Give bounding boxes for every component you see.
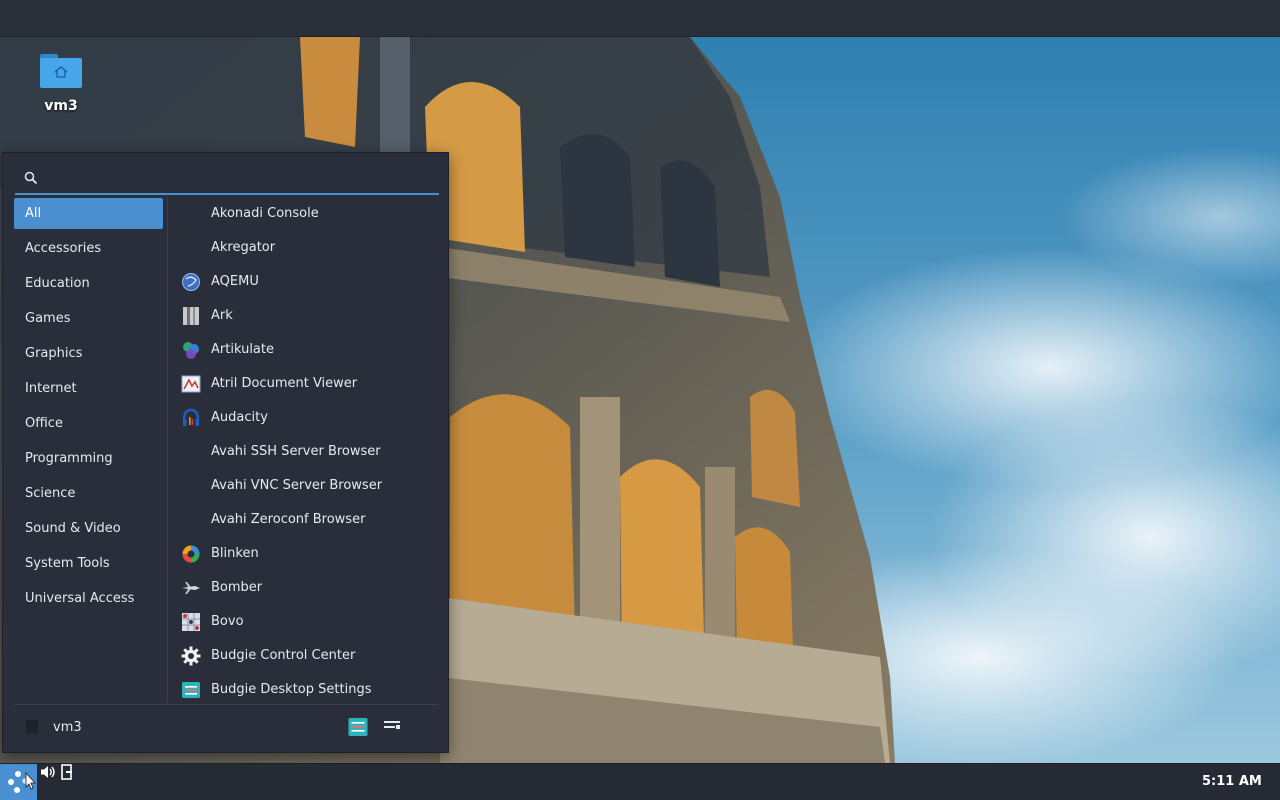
app-item-budgie-control-center[interactable]: Budgie Control Center xyxy=(171,639,439,673)
app-label: Avahi SSH Server Browser xyxy=(211,444,381,459)
gear-icon xyxy=(181,646,201,666)
menu-footer: vm3 xyxy=(15,709,439,747)
top-panel xyxy=(0,0,1280,37)
app-label: Artikulate xyxy=(211,342,274,357)
app-item-avahi-zeroconf-browser[interactable]: Avahi Zeroconf Browser xyxy=(171,503,439,537)
artikulate-icon xyxy=(181,340,201,360)
app-label: Budgie Desktop Settings xyxy=(211,682,372,697)
desktop-home-folder[interactable]: vm3 xyxy=(26,52,96,130)
application-menu: All Accessories Education Games Graphics… xyxy=(2,152,449,753)
app-item-budgie-desktop-settings[interactable]: Budgie Desktop Settings xyxy=(171,673,439,704)
app-label: Avahi Zeroconf Browser xyxy=(211,512,366,527)
session-options-button[interactable] xyxy=(382,717,402,737)
desktop-icon-label: vm3 xyxy=(44,98,78,114)
akregator-icon xyxy=(181,238,201,258)
app-item-bovo[interactable]: Bovo xyxy=(171,605,439,639)
budgie-settings-shortcut-icon xyxy=(348,718,368,736)
akonadi-console-icon xyxy=(181,204,201,224)
app-label: Akregator xyxy=(211,240,276,255)
search-icon xyxy=(24,170,38,189)
panel-clock[interactable]: 5:11 AM xyxy=(1202,774,1262,789)
menu-search-bar xyxy=(15,163,439,195)
category-programming[interactable]: Programming xyxy=(14,443,163,474)
category-all[interactable]: All xyxy=(14,198,163,229)
app-label: Akonadi Console xyxy=(211,206,319,221)
ark-icon xyxy=(181,306,201,326)
app-item-avahi-vnc-browser[interactable]: Avahi VNC Server Browser xyxy=(171,469,439,503)
app-label: Ark xyxy=(211,308,233,323)
app-label: Bovo xyxy=(211,614,244,629)
avahi-zeroconf-icon xyxy=(181,510,201,530)
category-games[interactable]: Games xyxy=(14,303,163,334)
app-label: Avahi VNC Server Browser xyxy=(211,478,383,493)
bomber-icon xyxy=(181,578,201,598)
user-avatar-icon[interactable] xyxy=(23,718,41,740)
user-name[interactable]: vm3 xyxy=(53,720,82,735)
category-graphics[interactable]: Graphics xyxy=(14,338,163,369)
budgie-logo-icon xyxy=(8,771,36,793)
category-science[interactable]: Science xyxy=(14,478,163,509)
budgie-settings-icon xyxy=(181,680,201,700)
audacity-icon xyxy=(181,408,201,428)
bottom-panel: 5:11 AM xyxy=(0,763,1280,800)
app-item-aqemu[interactable]: AQEMU xyxy=(171,265,439,299)
blinken-icon xyxy=(181,544,201,564)
app-label: Bomber xyxy=(211,580,263,595)
power-icon[interactable] xyxy=(61,764,73,784)
app-item-audacity[interactable]: Audacity xyxy=(171,401,439,435)
avahi-vnc-icon xyxy=(181,476,201,496)
app-item-akregator[interactable]: Akregator xyxy=(171,231,439,265)
search-input[interactable] xyxy=(49,166,433,192)
avahi-ssh-icon xyxy=(181,442,201,462)
app-label: Blinken xyxy=(211,546,259,561)
category-system-tools[interactable]: System Tools xyxy=(14,548,163,579)
app-label: Atril Document Viewer xyxy=(211,376,358,391)
settings-button[interactable] xyxy=(348,717,368,737)
bovo-icon xyxy=(181,612,201,632)
app-label: AQEMU xyxy=(211,274,259,289)
volume-icon[interactable] xyxy=(40,765,61,784)
app-item-blinken[interactable]: Blinken xyxy=(171,537,439,571)
app-item-atril[interactable]: Atril Document Viewer xyxy=(171,367,439,401)
app-item-akonadi-console[interactable]: Akonadi Console xyxy=(171,197,439,231)
app-label: Budgie Control Center xyxy=(211,648,356,663)
category-universal-access[interactable]: Universal Access xyxy=(14,583,163,614)
menu-horizontal-divider xyxy=(15,704,439,705)
aqemu-icon xyxy=(181,272,201,292)
category-internet[interactable]: Internet xyxy=(14,373,163,404)
category-sound-video[interactable]: Sound & Video xyxy=(14,513,163,544)
app-item-artikulate[interactable]: Artikulate xyxy=(171,333,439,367)
atril-icon xyxy=(181,374,201,394)
app-item-bomber[interactable]: Bomber xyxy=(171,571,439,605)
category-office[interactable]: Office xyxy=(14,408,163,439)
app-menu-button[interactable] xyxy=(0,764,37,800)
desktop-screen: vm3 All Accessories Education Games Grap… xyxy=(0,0,1280,800)
app-list: Akonadi Console Akregator AQEMU Ark Arti… xyxy=(171,197,439,704)
home-folder-icon xyxy=(40,52,82,88)
session-menu-icon xyxy=(384,721,400,729)
category-education[interactable]: Education xyxy=(14,268,163,299)
category-accessories[interactable]: Accessories xyxy=(14,233,163,264)
app-item-avahi-ssh-browser[interactable]: Avahi SSH Server Browser xyxy=(171,435,439,469)
menu-vertical-divider xyxy=(167,197,168,703)
app-label: Audacity xyxy=(211,410,268,425)
app-item-ark[interactable]: Ark xyxy=(171,299,439,333)
category-list: All Accessories Education Games Graphics… xyxy=(14,198,163,618)
